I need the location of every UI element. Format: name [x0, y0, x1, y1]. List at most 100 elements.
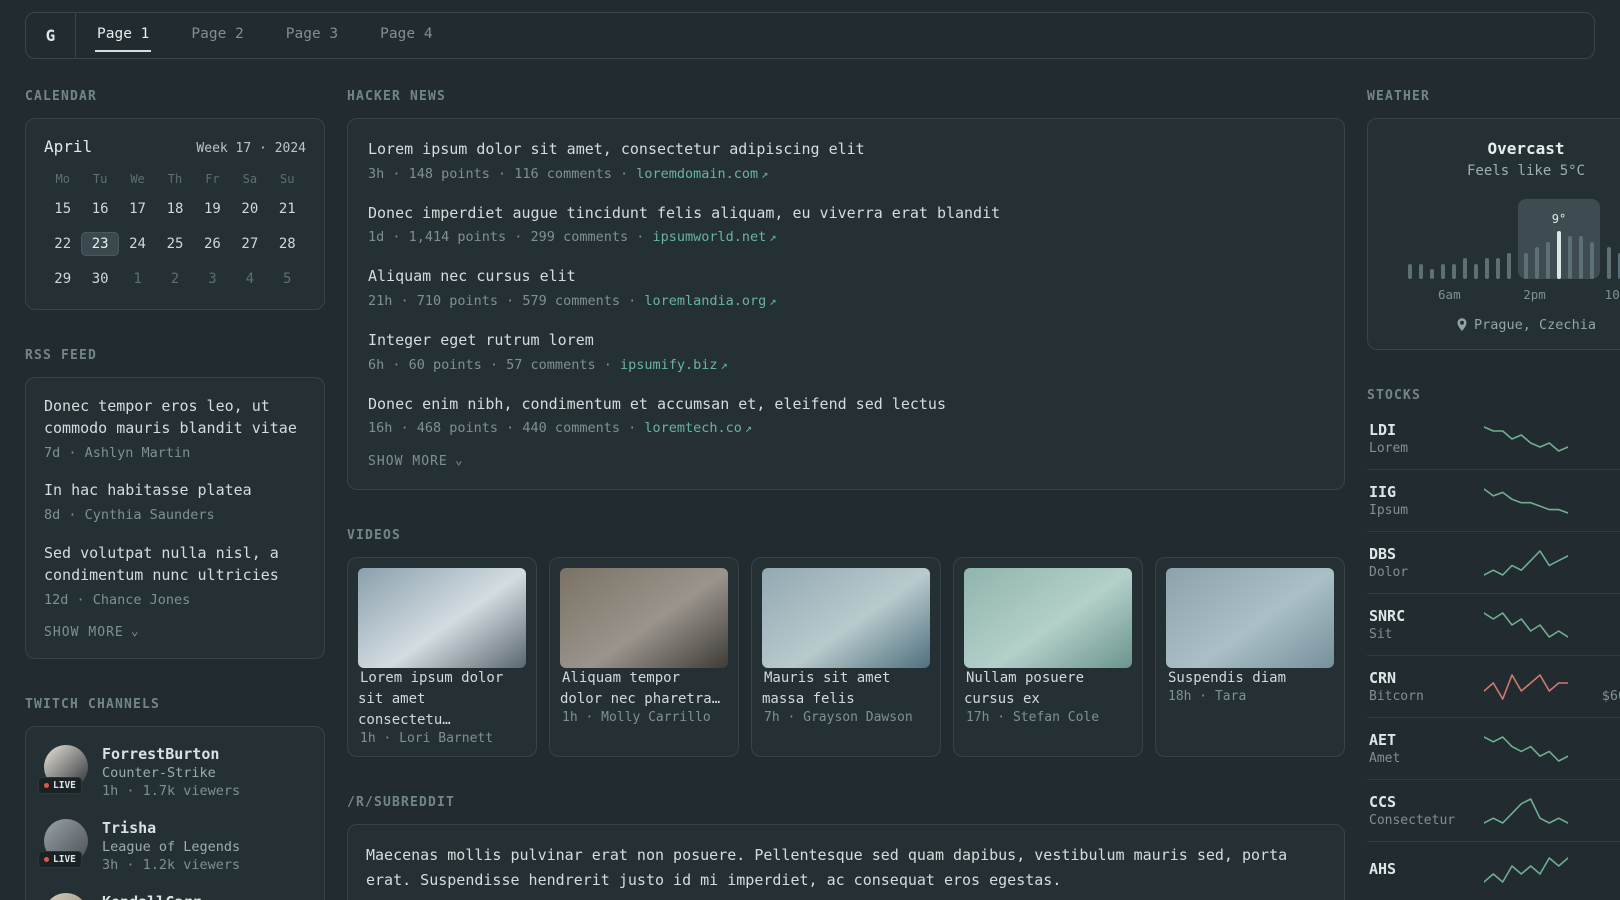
- stock-row[interactable]: DBS Dolor +1.42% $156.28: [1367, 531, 1620, 593]
- video-thumbnail[interactable]: [964, 568, 1132, 669]
- calendar-day-selected: 23: [81, 232, 119, 256]
- stock-row[interactable]: IIG Ipsum +2.84% $42.04: [1367, 469, 1620, 531]
- source-link[interactable]: loremlandia.org ↗: [644, 293, 776, 309]
- video-card[interactable]: Lorem ipsum dolor sit amet consectetu… 1…: [347, 557, 537, 758]
- weather-bar: [1524, 252, 1528, 279]
- video-card[interactable]: Nullam posuere cursus ex 17h · Stefan Co…: [953, 557, 1143, 758]
- stock-row[interactable]: LDI Lorem +4.35% $795.18: [1367, 417, 1620, 469]
- twitch-channel-name[interactable]: Trisha: [102, 819, 240, 837]
- source-link[interactable]: ipsumify.biz ↗: [620, 357, 728, 373]
- rss-item-meta: 7d · Ashlyn Martin: [44, 444, 191, 461]
- app-logo[interactable]: G: [26, 13, 76, 58]
- calendar-day: 27: [241, 236, 259, 252]
- video-thumbnail[interactable]: [560, 568, 728, 669]
- hackernews-item-meta: 16h · 468 points · 440 comments · loremt…: [368, 419, 1324, 438]
- video-meta: 17h · Stefan Cole: [966, 710, 1100, 726]
- video-title[interactable]: Lorem ipsum dolor sit amet consectetu…: [358, 670, 503, 728]
- weather-bar: [1496, 258, 1500, 279]
- twitch-channel-info: Trisha League of Legends 3h · 1.2k viewe…: [102, 819, 240, 873]
- hackernews-item-meta: 6h · 60 points · 57 comments · ipsumify.…: [368, 356, 1324, 375]
- rss-item-meta: 12d · Chance Jones: [44, 591, 191, 608]
- page-tab[interactable]: Page 3: [265, 13, 359, 58]
- hackernews-item: Donec enim nibh, condimentum et accumsan…: [368, 394, 1324, 439]
- hackernews-item-title[interactable]: Donec imperdiet augue tincidunt felis al…: [368, 203, 1324, 225]
- stocks-list: LDI Lorem +4.35% $795.18 IIG Ipsum +2.84…: [1367, 417, 1620, 898]
- hackernews-item-title[interactable]: Integer eget rutrum lorem: [368, 330, 1324, 352]
- twitch-channel-item[interactable]: LIVE Trisha League of Legends 3h · 1.2k …: [38, 819, 306, 873]
- hackernews-item-title[interactable]: Aliquam nec cursus elit: [368, 266, 1324, 288]
- twitch-channel-info: KendallCarr: [102, 893, 201, 900]
- stock-symbol: CRN: [1369, 669, 1397, 687]
- video-title[interactable]: Nullam posuere cursus ex: [964, 670, 1084, 707]
- video-thumbnail[interactable]: [762, 568, 930, 669]
- weather-location: Prague, Czechia: [1474, 317, 1596, 333]
- twitch-channel-name[interactable]: ForrestBurton: [102, 745, 240, 763]
- stock-symbol: LDI: [1369, 421, 1397, 439]
- calendar-day: 16: [91, 201, 109, 217]
- video-meta: 7h · Grayson Dawson: [764, 710, 913, 726]
- stock-name: Ipsum: [1369, 503, 1409, 518]
- stock-symbol: DBS: [1369, 545, 1397, 563]
- page-tab-label: Page 3: [285, 25, 339, 42]
- source-link[interactable]: ipsumworld.net ↗: [652, 229, 776, 245]
- twitch-channel-info: ForrestBurton Counter-Strike 1h · 1.7k v…: [102, 745, 240, 799]
- rss-item-title[interactable]: Donec tempor eros leo, ut commodo mauris…: [44, 396, 306, 440]
- avatar: [44, 893, 88, 900]
- widget-title-calendar: CALENDAR: [25, 89, 97, 104]
- stock-change: +0.51%: [1591, 794, 1620, 810]
- hackernews-show-more-button[interactable]: SHOW MORE ⌄: [368, 454, 464, 469]
- show-more-label: SHOW MORE: [368, 454, 448, 470]
- rss-item-title[interactable]: In hac habitasse platea: [44, 480, 306, 502]
- video-card[interactable]: Mauris sit amet massa felis 7h · Grayson…: [751, 557, 941, 758]
- hackernews-item: Lorem ipsum dolor sit amet, consectetur …: [368, 139, 1324, 184]
- video-meta: 1h · Lori Barnett: [360, 731, 494, 747]
- twitch-channel-item[interactable]: KendallCarr: [44, 893, 306, 900]
- calendar-grid: Mo Tu We Th Fr Sa Su 15 16 17 18 19 20 21 22 23 24 25 26 27…: [44, 172, 306, 291]
- twitch-channel-name[interactable]: KendallCarr: [102, 893, 201, 900]
- video-meta: 1h · Molly Carrillo: [562, 710, 711, 726]
- calendar-day: 5: [283, 271, 292, 287]
- page-tab[interactable]: Page 1: [76, 13, 170, 58]
- stock-name: Lorem: [1369, 441, 1409, 456]
- stock-change: +0.46%: [1591, 861, 1620, 877]
- source-link[interactable]: loremdomain.com ↗: [636, 166, 768, 182]
- stock-row[interactable]: CRN Bitcorn -1.00% $66,171.48: [1367, 655, 1620, 717]
- stock-symbol: CCS: [1369, 793, 1397, 811]
- video-thumbnail[interactable]: [358, 568, 526, 669]
- calendar-day: 15: [54, 201, 72, 217]
- weather-current-temp: 9°: [1551, 212, 1567, 226]
- video-title[interactable]: Aliquam tempor dolor nec pharetra…: [560, 670, 720, 707]
- stock-row[interactable]: SNRC Sit +1.36% $148.64: [1367, 593, 1620, 655]
- video-thumbnail[interactable]: [1166, 568, 1334, 669]
- stock-price: $165.84: [1591, 812, 1620, 828]
- hackernews-item-title[interactable]: Donec enim nibh, condimentum et accumsan…: [368, 394, 1324, 416]
- chevron-down-icon: ⌄: [130, 624, 140, 640]
- stock-row[interactable]: AET Amet +0.92% $499.72: [1367, 717, 1620, 779]
- twitch-channel-item[interactable]: LIVE ForrestBurton Counter-Strike 1h · 1…: [38, 745, 306, 799]
- subreddit-post-title[interactable]: Maecenas mollis pulvinar erat non posuer…: [366, 846, 1287, 889]
- stock-row[interactable]: CCS Consectetur +0.51% $165.84: [1367, 779, 1620, 841]
- source-link[interactable]: loremtech.co ↗: [644, 420, 752, 436]
- video-title[interactable]: Mauris sit amet massa felis: [762, 670, 890, 707]
- widget-title-twitch: TWITCH CHANNELS: [25, 697, 160, 713]
- stock-row[interactable]: AHS +0.46%: [1367, 841, 1620, 898]
- weather-bar: [1546, 241, 1550, 279]
- video-card[interactable]: Suspendis diam 18h · Tara: [1155, 557, 1345, 758]
- hackernews-meta-text: 1d · 1,414 points · 299 comments ·: [368, 229, 645, 246]
- live-dot-icon: [44, 783, 49, 789]
- calendar-day: 1: [133, 271, 142, 287]
- weather-bar: 9°: [1552, 212, 1566, 279]
- hackernews-meta-text: 16h · 468 points · 440 comments ·: [368, 420, 637, 437]
- stock-id: CCS Consectetur: [1369, 793, 1461, 828]
- video-card[interactable]: Aliquam tempor dolor nec pharetra… 1h · …: [549, 557, 739, 758]
- hackernews-item-meta: 3h · 148 points · 116 comments · loremdo…: [368, 165, 1324, 184]
- calendar-day: 22: [54, 236, 72, 252]
- rss-item-title[interactable]: Sed volutpat nulla nisl, a condimentum n…: [44, 543, 306, 587]
- video-title[interactable]: Suspendis diam: [1168, 670, 1286, 686]
- hackernews-item-title[interactable]: Lorem ipsum dolor sit amet, consectetur …: [368, 139, 1324, 161]
- stock-sparkline: [1484, 549, 1568, 576]
- rss-show-more-button[interactable]: SHOW MORE ⌄: [44, 625, 140, 640]
- page-tab[interactable]: Page 2: [170, 13, 264, 58]
- avatar-wrap: LIVE: [38, 745, 88, 795]
- page-tab[interactable]: Page 4: [359, 13, 453, 58]
